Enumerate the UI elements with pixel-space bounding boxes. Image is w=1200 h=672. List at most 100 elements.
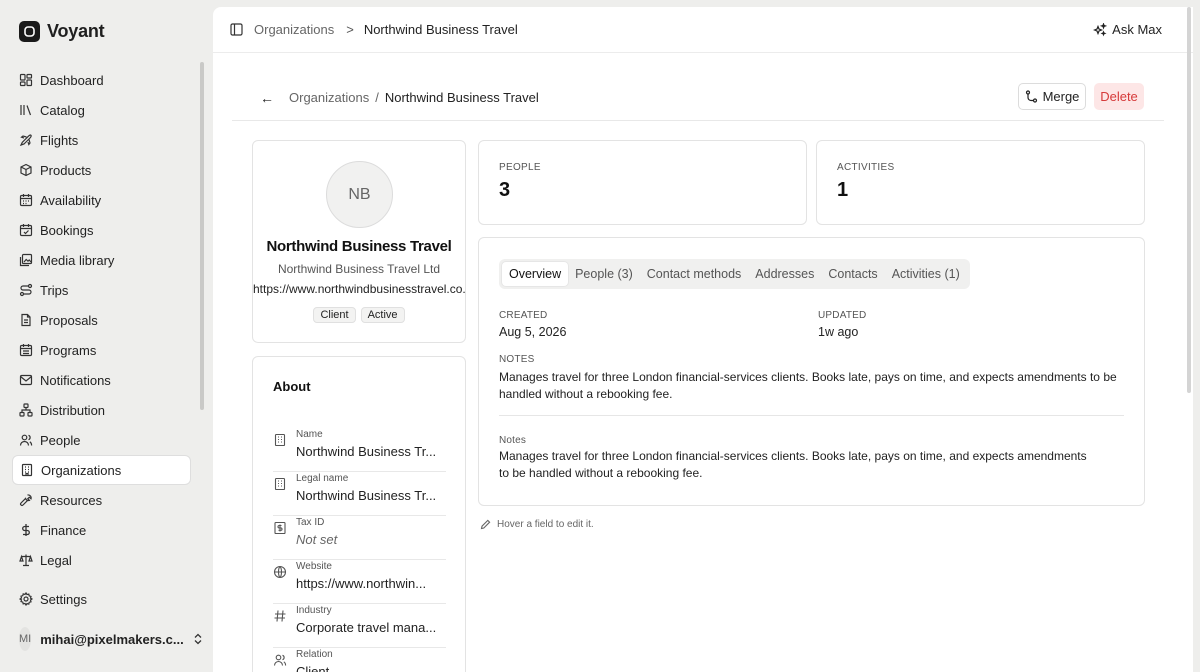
- tab-people[interactable]: People (3): [568, 262, 640, 286]
- sidebar-item-products[interactable]: Products: [12, 155, 191, 185]
- ask-max-button[interactable]: Ask Max: [1093, 22, 1162, 37]
- back-arrow-icon[interactable]: ←: [260, 90, 274, 106]
- sidebar-item-label: Bookings: [40, 222, 94, 238]
- delete-button[interactable]: Delete: [1094, 83, 1144, 110]
- people-icon: [273, 654, 287, 666]
- logo-icon: [19, 21, 40, 42]
- package-icon: [20, 163, 32, 177]
- edit-hint: Hover a field to edit it.: [480, 519, 594, 530]
- sidebar-item-label: Distribution: [40, 402, 106, 418]
- badge-group: Client Active: [253, 307, 465, 323]
- sidebar-toggle-icon[interactable]: [230, 23, 243, 36]
- tab-contact-methods[interactable]: Contact methods: [640, 262, 749, 286]
- sidebar-item-trips[interactable]: Trips: [12, 275, 191, 305]
- sidebar-item-flights[interactable]: Flights: [12, 125, 191, 155]
- tab-contacts[interactable]: Contacts: [821, 262, 884, 286]
- app-logo[interactable]: Voyant: [19, 21, 105, 42]
- field-label: Legal name: [296, 473, 349, 484]
- pencil-icon: [480, 519, 491, 530]
- sidebar-item-settings[interactable]: Settings: [12, 584, 191, 614]
- route-icon: [19, 283, 33, 297]
- sidebar: Voyant Dashboard Catalog Flights Product…: [0, 0, 205, 672]
- updated-value: 1w ago: [818, 325, 859, 339]
- sidebar-item-organizations[interactable]: Organizations: [12, 455, 191, 485]
- sidebar-item-programs[interactable]: Programs: [12, 335, 191, 365]
- tab-bar: Overview People (3) Contact methods Addr…: [499, 259, 970, 289]
- notes-text: Manages travel for three London financia…: [499, 370, 1117, 401]
- people-icon: [19, 434, 33, 446]
- notes-field-value[interactable]: Manages travel for three London financia…: [499, 448, 1089, 482]
- status-badge: Active: [360, 307, 405, 323]
- tab-overview[interactable]: Overview: [502, 262, 569, 286]
- gear-icon: [19, 592, 33, 606]
- field-website[interactable]: Website https://www.northwin...: [273, 560, 446, 604]
- tab-activities[interactable]: Activities (1): [885, 262, 967, 286]
- sidebar-item-legal[interactable]: Legal: [12, 545, 191, 575]
- field-relation[interactable]: Relation Client: [273, 648, 446, 672]
- catalog-icon: [20, 105, 32, 116]
- sidebar-nav: Dashboard Catalog Flights Products Avail…: [12, 65, 191, 575]
- field-tax-id[interactable]: Tax ID Not set: [273, 516, 446, 560]
- created-value: Aug 5, 2026: [499, 325, 567, 339]
- merge-button[interactable]: Merge: [1018, 83, 1086, 110]
- sidebar-item-finance[interactable]: Finance: [12, 515, 191, 545]
- sidebar-item-notifications[interactable]: Notifications: [12, 365, 191, 395]
- sidebar-item-label: People: [40, 432, 81, 448]
- breadcrumb-separator: >: [346, 22, 354, 37]
- breadcrumb-current: Northwind Business Travel: [363, 22, 518, 37]
- sidebar-item-bookings[interactable]: Bookings: [12, 215, 191, 245]
- page-header: ← Organizations / Northwind Business Trave…: [232, 83, 1164, 121]
- sidebar-item-label: Catalog: [40, 102, 85, 118]
- sidebar-item-media-library[interactable]: Media library: [12, 245, 191, 275]
- field-name[interactable]: Name Northwind Business Tr...: [273, 428, 446, 472]
- sparkles-icon: [1093, 22, 1108, 36]
- plane-icon: [19, 134, 32, 147]
- sidebar-item-catalog[interactable]: Catalog: [12, 95, 191, 125]
- sidebar-item-label: Proposals: [40, 312, 98, 328]
- sidebar-item-distribution[interactable]: Distribution: [12, 395, 191, 425]
- profile-card: NB Northwind Business Travel Northwind B…: [252, 140, 466, 343]
- created-label: CREATED: [499, 310, 548, 321]
- about-title: About: [273, 379, 311, 394]
- sidebar-item-label: Legal: [40, 552, 72, 568]
- sidebar-item-label: Notifications: [40, 372, 111, 388]
- sidebar-item-label: Products: [40, 162, 92, 178]
- field-value: Client: [296, 664, 330, 672]
- building-icon: [21, 463, 33, 477]
- wrench-icon: [20, 494, 32, 506]
- sidebar-item-people[interactable]: People: [12, 425, 191, 455]
- sidebar-scrollbar[interactable]: [200, 62, 204, 410]
- scale-icon: [19, 554, 33, 567]
- activities-stat-card: ACTIVITIES 1: [816, 140, 1145, 225]
- calendar-check-icon: [19, 224, 33, 237]
- breadcrumb-current-page: Northwind Business Travel: [384, 90, 539, 105]
- calendar-icon: [19, 344, 33, 357]
- organization-website[interactable]: https://www.northwindbusinesstravel.co.u…: [253, 282, 465, 296]
- merge-icon: [1025, 90, 1037, 103]
- user-menu[interactable]: MI mihai@pixelmakers.c...: [19, 626, 202, 652]
- edit-hint-text: Hover a field to edit it.: [497, 519, 594, 530]
- user-email: mihai@pixelmakers.c...: [40, 631, 184, 647]
- field-industry[interactable]: Industry Corporate travel mana...: [273, 604, 446, 648]
- breadcrumb-organizations[interactable]: Organizations: [254, 22, 334, 37]
- field-label: Tax ID: [296, 517, 325, 528]
- sidebar-item-availability[interactable]: Availability: [12, 185, 191, 215]
- sidebar-item-dashboard[interactable]: Dashboard: [12, 65, 191, 95]
- field-value: Northwind Business Tr...: [296, 488, 437, 503]
- merge-label: Merge: [1042, 89, 1080, 104]
- calendar-grid-icon: [19, 194, 33, 207]
- main-scrollbar[interactable]: [1186, 7, 1193, 397]
- sidebar-item-label: Trips: [40, 282, 69, 298]
- field-label: Name: [296, 429, 323, 440]
- dashboard-icon: [19, 73, 33, 87]
- sidebar-item-label: Finance: [40, 522, 87, 538]
- breadcrumb-organizations-link[interactable]: Organizations: [289, 90, 369, 105]
- tab-addresses[interactable]: Addresses: [748, 262, 821, 286]
- field-legal-name[interactable]: Legal name Northwind Business Tr...: [273, 472, 446, 516]
- sidebar-item-proposals[interactable]: Proposals: [12, 305, 191, 335]
- about-card: About Name Northwind Business Tr... Lega…: [252, 356, 466, 672]
- details-card: Overview People (3) Contact methods Addr…: [478, 237, 1145, 506]
- field-value: Not set: [296, 532, 338, 547]
- sidebar-item-resources[interactable]: Resources: [12, 485, 191, 515]
- divider: [499, 415, 1124, 416]
